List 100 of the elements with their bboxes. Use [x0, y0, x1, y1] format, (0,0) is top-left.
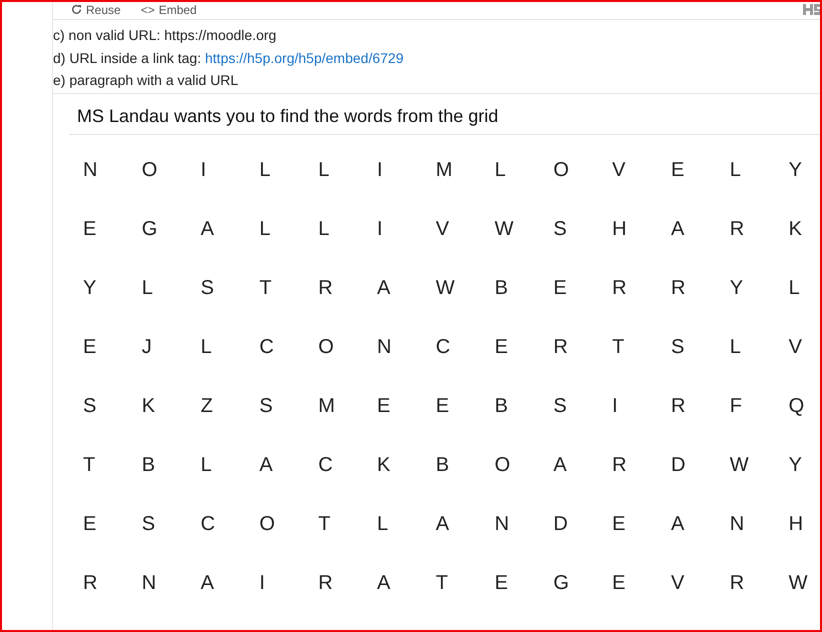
- grid-letter[interactable]: N: [730, 509, 744, 539]
- grid-letter[interactable]: V: [670, 568, 684, 598]
- grid-letter[interactable]: I: [259, 568, 265, 598]
- grid-letter[interactable]: L: [730, 155, 741, 185]
- grid-letter[interactable]: J: [142, 332, 152, 362]
- grid-letter[interactable]: S: [259, 391, 273, 421]
- grid-letter[interactable]: Z: [200, 391, 213, 421]
- grid-letter[interactable]: C: [259, 332, 274, 362]
- grid-letter[interactable]: H: [612, 214, 627, 244]
- grid-letter[interactable]: I: [200, 155, 206, 185]
- grid-letter[interactable]: L: [318, 214, 330, 244]
- grid-letter[interactable]: S: [670, 332, 684, 362]
- grid-letter[interactable]: K: [376, 450, 390, 480]
- grid-letter[interactable]: V: [788, 332, 802, 362]
- grid-letter[interactable]: Y: [788, 450, 802, 480]
- grid-letter[interactable]: L: [494, 155, 506, 185]
- grid-letter[interactable]: W: [494, 214, 514, 244]
- grid-letter[interactable]: N: [83, 155, 98, 185]
- grid-letter[interactable]: I: [376, 155, 383, 185]
- grid-letter[interactable]: D: [670, 450, 686, 480]
- grid-letter[interactable]: T: [259, 273, 272, 303]
- grid-letter[interactable]: F: [730, 391, 742, 421]
- grid-letter[interactable]: R: [318, 568, 333, 598]
- grid-letter[interactable]: I: [376, 214, 383, 244]
- grid-letter[interactable]: V: [436, 214, 450, 244]
- grid-letter[interactable]: M: [436, 155, 452, 185]
- grid-letter[interactable]: G: [553, 568, 569, 598]
- grid-letter[interactable]: Y: [788, 155, 802, 185]
- grid-letter[interactable]: O: [553, 155, 569, 185]
- grid-letter[interactable]: Q: [788, 391, 804, 421]
- grid-letter[interactable]: E: [612, 568, 626, 598]
- grid-letter[interactable]: E: [436, 391, 450, 421]
- grid-letter[interactable]: A: [436, 509, 450, 539]
- grid-letter[interactable]: Y: [83, 273, 96, 303]
- grid-letter[interactable]: L: [200, 332, 212, 362]
- grid-letter[interactable]: R: [670, 391, 686, 421]
- grid-letter[interactable]: L: [200, 450, 212, 480]
- grid-letter[interactable]: R: [612, 273, 627, 303]
- grid-letter[interactable]: O: [142, 155, 158, 185]
- grid-letter[interactable]: Y: [730, 273, 744, 303]
- grid-letter[interactable]: L: [318, 155, 330, 185]
- grid-letter[interactable]: L: [730, 332, 741, 362]
- grid-letter[interactable]: A: [376, 568, 390, 598]
- grid-letter[interactable]: S: [553, 391, 567, 421]
- grid-letter[interactable]: E: [83, 332, 96, 362]
- grid-letter[interactable]: K: [142, 391, 156, 421]
- grid-letter[interactable]: E: [376, 391, 390, 421]
- grid-letter[interactable]: N: [142, 568, 156, 598]
- grid-letter[interactable]: N: [376, 332, 392, 362]
- grid-letter[interactable]: L: [142, 273, 153, 303]
- grid-letter[interactable]: R: [730, 214, 744, 244]
- grid-letter[interactable]: T: [83, 450, 96, 480]
- grid-letter[interactable]: E: [494, 332, 508, 362]
- grid-letter[interactable]: R: [670, 273, 686, 303]
- grid-letter[interactable]: K: [788, 214, 802, 244]
- grid-letter[interactable]: L: [788, 273, 800, 303]
- grid-letter[interactable]: W: [788, 568, 808, 598]
- grid-letter[interactable]: D: [553, 509, 568, 539]
- grid-letter[interactable]: T: [436, 568, 448, 598]
- grid-letter[interactable]: O: [318, 332, 334, 362]
- grid-letter[interactable]: R: [83, 568, 98, 598]
- grid-letter[interactable]: W: [436, 273, 455, 303]
- grid-letter[interactable]: S: [142, 509, 156, 539]
- grid-letter[interactable]: L: [376, 509, 388, 539]
- grid-letter[interactable]: O: [494, 450, 510, 480]
- grid-letter[interactable]: L: [259, 214, 271, 244]
- grid-letter[interactable]: A: [376, 273, 390, 303]
- grid-letter[interactable]: N: [494, 509, 510, 539]
- grid-letter[interactable]: S: [200, 273, 214, 303]
- grid-letter[interactable]: B: [436, 450, 450, 480]
- grid-letter[interactable]: W: [730, 450, 749, 480]
- grid-letter[interactable]: A: [553, 450, 567, 480]
- grid-letter[interactable]: M: [318, 391, 335, 421]
- grid-letter[interactable]: T: [612, 332, 624, 362]
- grid-letter[interactable]: E: [553, 273, 567, 303]
- grid-letter[interactable]: S: [553, 214, 567, 244]
- grid-letter[interactable]: A: [200, 214, 214, 244]
- grid-letter[interactable]: O: [259, 509, 275, 539]
- grid-letter[interactable]: E: [494, 568, 508, 598]
- grid-letter[interactable]: L: [259, 155, 271, 185]
- grid-letter[interactable]: E: [670, 155, 684, 185]
- grid-letter[interactable]: R: [553, 332, 568, 362]
- grid-letter[interactable]: C: [436, 332, 450, 362]
- grid-letter[interactable]: A: [670, 509, 684, 539]
- grid-letter[interactable]: R: [318, 273, 333, 303]
- grid-letter[interactable]: A: [200, 568, 214, 598]
- grid-letter[interactable]: V: [612, 155, 626, 185]
- grid-letter[interactable]: R: [730, 568, 744, 598]
- embed-button[interactable]: <> Embed: [140, 4, 197, 16]
- grid-letter[interactable]: B: [494, 391, 508, 421]
- grid-letter[interactable]: H: [788, 509, 804, 539]
- grid-letter[interactable]: I: [612, 391, 618, 421]
- grid-letter[interactable]: B: [142, 450, 156, 480]
- grid-letter[interactable]: C: [200, 509, 216, 539]
- grid-letter[interactable]: E: [83, 214, 96, 244]
- grid-letter[interactable]: G: [142, 214, 158, 244]
- grid-letter[interactable]: T: [318, 509, 330, 539]
- grid-letter[interactable]: C: [318, 450, 333, 480]
- grid-letter[interactable]: S: [83, 391, 96, 421]
- grid-letter[interactable]: A: [670, 214, 684, 244]
